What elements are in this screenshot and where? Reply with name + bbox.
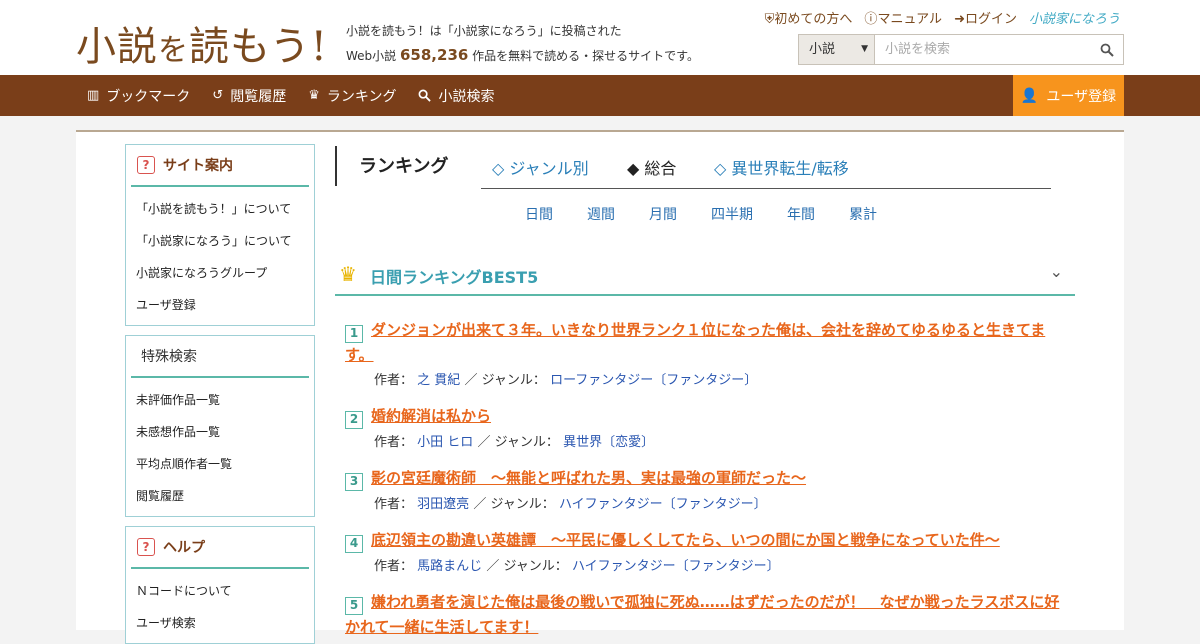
first-time-link[interactable]: ⛨初めての方へ: [765, 8, 853, 27]
search-icon: [419, 89, 432, 102]
caret-down-icon: ▼: [861, 44, 868, 54]
sidebar-item-no-review[interactable]: 未感想作品一覧: [126, 416, 314, 448]
special-search-heading: 特殊検索: [131, 336, 309, 378]
ranking-item: 2 婚約解消は私から 作者： 小田 ヒロ ／ ジャンル： 異世界〔恋愛〕: [345, 404, 1065, 466]
author-link[interactable]: 之 貫紀: [417, 373, 460, 388]
tab-isekai[interactable]: ◇ 異世界転生/転移: [714, 155, 849, 179]
sidebar-item-unrated[interactable]: 未評価作品一覧: [126, 384, 314, 416]
help-heading: ? ヘルプ: [131, 527, 309, 569]
rank-number: 5: [345, 597, 363, 615]
partner-logo-link[interactable]: 小説家になろう: [1029, 8, 1120, 27]
search-button[interactable]: [1091, 35, 1123, 64]
author-link[interactable]: 羽田遼亮: [417, 497, 469, 512]
period-monthly[interactable]: 月間: [649, 204, 677, 224]
nav-ranking[interactable]: ♛ ランキング: [308, 86, 396, 106]
work-title-link[interactable]: 5 嫌われ勇者を演じた俺は最後の戦いで孤独に死ぬ……はずだったのだが！ なぜか戦っ…: [345, 590, 1065, 639]
search-category-select[interactable]: 小説 ▼: [799, 35, 875, 64]
tabs-divider: [481, 188, 1051, 189]
genre-link[interactable]: ローファンタジー〔ファンタジー〕: [550, 373, 757, 388]
work-meta: 作者： 小田 ヒロ ／ ジャンル： 異世界〔恋愛〕: [374, 435, 655, 450]
period-quarterly[interactable]: 四半期: [711, 204, 753, 224]
history-icon: ↺: [212, 88, 224, 103]
sidebar-special-search: 特殊検索 未評価作品一覧 未感想作品一覧 平均点順作者一覧 閲覧履歴: [125, 335, 315, 517]
ranking-item: 3 影の宮廷魔術師 ～無能と呼ばれた男、実は最強の軍師だった～ 作者： 羽田遼亮 …: [345, 466, 1065, 528]
login-icon: ➜: [954, 12, 965, 27]
best5-header[interactable]: ♛ 日間ランキングBEST5 ⌄: [335, 256, 1075, 296]
site-header: 小説を読もう! 小説を読もう！は「小説家になろう」に投稿された Web小説 65…: [0, 0, 1200, 75]
genre-link[interactable]: ハイファンタジー〔ファンタジー〕: [559, 497, 767, 512]
sidebar-item-history[interactable]: 閲覧履歴: [126, 480, 314, 512]
nav-bookmark[interactable]: ▥ ブックマーク: [87, 86, 190, 106]
sidebar-site-guide: ? サイト案内 「小説を読もう！」について 「小説家になろう」について 小説家に…: [125, 144, 315, 326]
question-icon: ⓘ: [864, 12, 878, 27]
manual-link[interactable]: ⓘマニュアル: [864, 8, 942, 27]
question-icon: ?: [137, 156, 155, 174]
sidebar-item-about-narou[interactable]: 「小説家になろう」について: [126, 225, 314, 257]
work-meta: 作者： 之 貫紀 ／ ジャンル： ローファンタジー〔ファンタジー〕: [374, 373, 758, 388]
work-meta: 作者： 羽田遼亮 ／ ジャンル： ハイファンタジー〔ファンタジー〕: [374, 497, 767, 512]
rank-number: 4: [345, 535, 363, 553]
ranking-item: 5 嫌われ勇者を演じた俺は最後の戦いで孤独に死ぬ……はずだったのだが！ なぜか戦っ…: [345, 590, 1065, 639]
sidebar-item-about-yomou[interactable]: 「小説を読もう！」について: [126, 193, 314, 225]
crown-icon: ♛: [308, 88, 320, 103]
ranking-item: 4 底辺領主の勘違い英雄譚 ～平民に優しくしてたら、いつの間にか国と戦争になってい…: [345, 528, 1065, 590]
period-total[interactable]: 累計: [849, 204, 877, 224]
ranking-list: 1 ダンジョンが出来て３年。いきなり世界ランク１位になった俺は、会社を辞めてゆるゆ…: [345, 318, 1065, 639]
search-icon: [1100, 43, 1114, 57]
genre-link[interactable]: 異世界〔恋愛〕: [563, 435, 654, 450]
sidebar-help: ? ヘルプ Ｎコードについて ユーザ検索: [125, 526, 315, 644]
crown-icon: ♛: [339, 262, 357, 286]
author-link[interactable]: 馬路まんじ: [417, 559, 482, 574]
sidebar-item-user-search[interactable]: ユーザ検索: [126, 607, 314, 639]
shield-icon: ⛨: [764, 12, 775, 27]
work-count: 658,236: [400, 46, 469, 64]
title-bar-accent: [335, 146, 337, 186]
page-title: ランキング: [359, 156, 449, 177]
work-meta: 作者： 馬路まんじ ／ ジャンル： ハイファンタジー〔ファンタジー〕: [374, 559, 780, 574]
bookmark-icon: ▥: [87, 88, 100, 103]
login-link[interactable]: ➜ログイン: [954, 8, 1017, 27]
chevron-down-icon[interactable]: ⌄: [1050, 262, 1063, 281]
work-title-link[interactable]: 4 底辺領主の勘違い英雄譚 ～平民に優しくしてたら、いつの間にか国と戦争になってい…: [345, 528, 1065, 553]
search-bar: 小説 ▼: [798, 34, 1124, 65]
work-title-link[interactable]: 3 影の宮廷魔術師 ～無能と呼ばれた男、実は最強の軍師だった～: [345, 466, 1065, 491]
rank-number: 2: [345, 411, 363, 429]
nav-search[interactable]: 小説検索: [418, 86, 494, 106]
site-tagline: 小説を読もう！は「小説家になろう」に投稿された Web小説 658,236 作品…: [346, 19, 699, 68]
ranking-item: 1 ダンジョンが出来て３年。いきなり世界ランク１位になった俺は、会社を辞めてゆるゆ…: [345, 318, 1065, 388]
header-links: ⛨初めての方へ ⓘマニュアル ➜ログイン 小説家になろう: [765, 8, 1120, 27]
rank-number: 3: [345, 473, 363, 491]
tagline-line1: 小説を読もう！は「小説家になろう」に投稿された: [346, 24, 622, 38]
period-yearly[interactable]: 年間: [787, 204, 815, 224]
work-title-link[interactable]: 1 ダンジョンが出来て３年。いきなり世界ランク１位になった俺は、会社を辞めてゆるゆ…: [345, 318, 1065, 367]
nav-history[interactable]: ↺ 閲覧履歴: [212, 86, 286, 106]
sidebar-item-narou-group[interactable]: 小説家になろうグループ: [126, 257, 314, 289]
sidebar-item-ncode[interactable]: Ｎコードについて: [126, 575, 314, 607]
site-logo[interactable]: 小説を読もう!: [76, 14, 328, 72]
period-daily[interactable]: 日間: [525, 204, 553, 224]
tab-overall[interactable]: ◆ 総合: [627, 155, 676, 179]
period-selector: 日間 週間 月間 四半期 年間 累計: [525, 204, 877, 224]
period-weekly[interactable]: 週間: [587, 204, 615, 224]
rank-number: 1: [345, 325, 363, 343]
question-icon: ?: [137, 538, 155, 556]
sidebar-item-user-register[interactable]: ユーザ登録: [126, 289, 314, 321]
sidebar-item-avg-authors[interactable]: 平均点順作者一覧: [126, 448, 314, 480]
register-button[interactable]: 👤 ユーザ登録: [1013, 75, 1124, 116]
tab-genre[interactable]: ◇ ジャンル別: [492, 155, 589, 179]
best5-title: 日間ランキングBEST5: [370, 268, 539, 287]
site-guide-heading: ? サイト案内: [131, 145, 309, 187]
search-input[interactable]: [875, 35, 1091, 64]
user-icon: 👤: [1020, 87, 1039, 104]
ranking-tabs: ランキング ◇ ジャンル別 ◆ 総合 ◇ 異世界転生/転移: [335, 146, 1055, 189]
main-nav: ▥ ブックマーク ↺ 閲覧履歴 ♛ ランキング 小説検索 👤 ユーザ登録: [0, 75, 1200, 116]
author-link[interactable]: 小田 ヒロ: [417, 435, 473, 450]
content-area: ? サイト案内 「小説を読もう！」について 「小説家になろう」について 小説家に…: [76, 130, 1124, 644]
genre-link[interactable]: ハイファンタジー〔ファンタジー〕: [572, 559, 780, 574]
work-title-link[interactable]: 2 婚約解消は私から: [345, 404, 1065, 429]
tagline-line2: Web小説 658,236 作品を無料で読める・探せるサイトです。: [346, 46, 699, 64]
